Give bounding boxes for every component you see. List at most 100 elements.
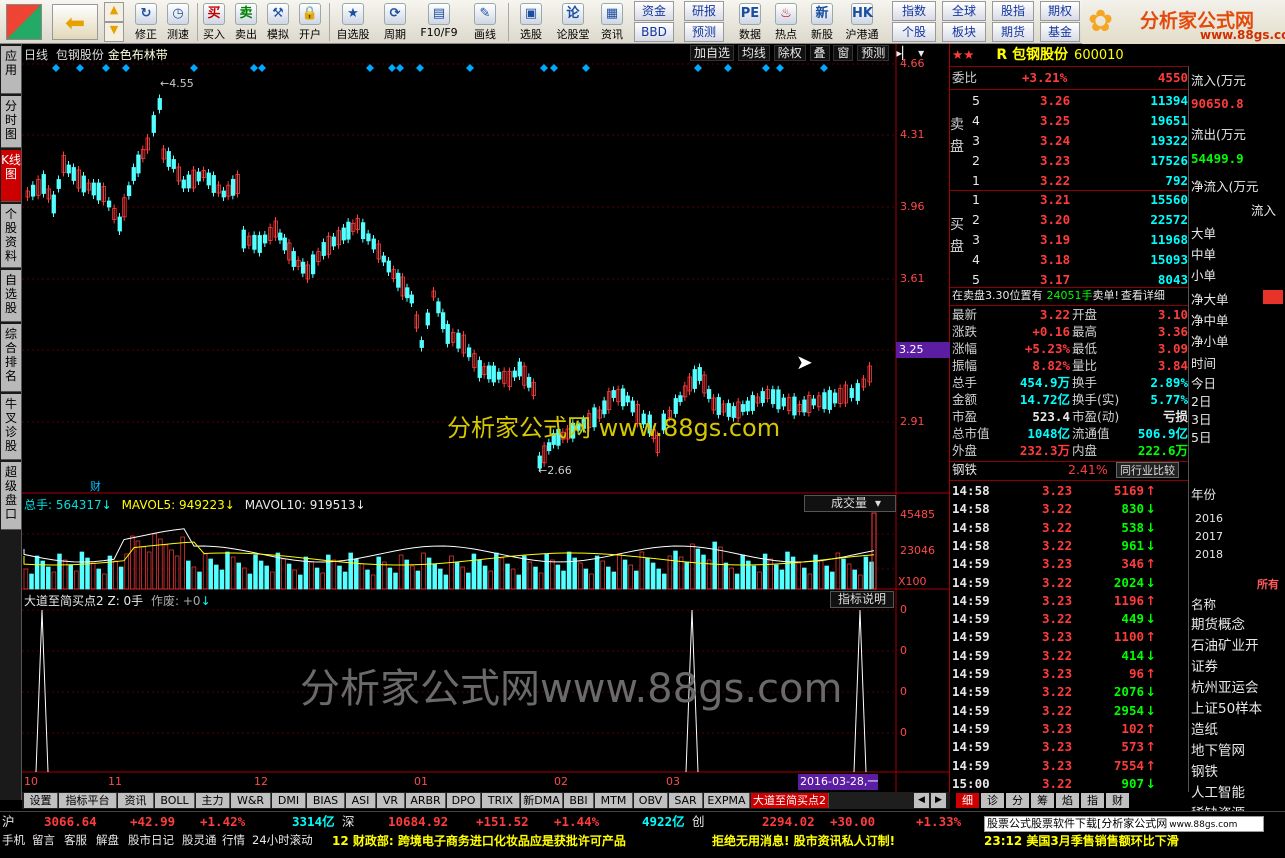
- news-ticker-right[interactable]: 23:12 美国3月季售销售额环比下滑: [984, 832, 1264, 849]
- indicator-tab[interactable]: BIAS: [307, 793, 345, 808]
- sell-level-row[interactable]: 4 3.25 19651: [970, 112, 1188, 130]
- tick-tab[interactable]: 财: [1106, 793, 1129, 808]
- indicator-tab[interactable]: OBV: [634, 793, 668, 808]
- indicator-tab[interactable]: BBI: [564, 793, 594, 808]
- forecast-button[interactable]: 预测: [684, 22, 724, 42]
- news-ticker[interactable]: 12 财政部: 跨境电子商务进口化妆品应是获批许可产品: [332, 832, 626, 849]
- tick-tab[interactable]: 诊: [981, 793, 1004, 808]
- indicator-tab[interactable]: DMI: [272, 793, 306, 808]
- tab-watchlist[interactable]: 自选股: [1, 270, 21, 322]
- bottom-menu-item[interactable]: 行情: [222, 832, 245, 848]
- ipo-button[interactable]: 新新股: [806, 1, 838, 43]
- options-button[interactable]: 期权: [1040, 1, 1080, 21]
- open-account-button[interactable]: 🔒 开户: [296, 1, 324, 43]
- indicator-tab[interactable]: TRIX: [482, 793, 520, 808]
- bottom-menu-item[interactable]: 24小时滚动: [252, 832, 313, 848]
- fix-button[interactable]: ↻ 修正: [132, 1, 160, 43]
- sell-button[interactable]: 卖卖出: [232, 1, 260, 43]
- concept-item[interactable]: 地下管网: [1191, 742, 1245, 760]
- tab-diagnosis[interactable]: 牛叉诊股: [1, 394, 21, 460]
- tab-apps[interactable]: 应用: [1, 46, 21, 94]
- bottom-menu-item[interactable]: 留言: [32, 832, 55, 848]
- buy-button[interactable]: 买买入: [200, 1, 228, 43]
- concept-item[interactable]: 石油矿业开: [1191, 637, 1259, 655]
- indicator-tab[interactable]: MTM: [595, 793, 633, 808]
- buy-level-row[interactable]: 4 3.18 15093: [970, 251, 1188, 269]
- tab-ranking[interactable]: 综合排名: [1, 324, 21, 392]
- index-futures-button[interactable]: 股指: [992, 1, 1034, 21]
- indicator-help-button[interactable]: 指标说明: [830, 591, 894, 608]
- industry-compare-button[interactable]: 同行业比较: [1116, 462, 1179, 478]
- sell-level-row[interactable]: 3 3.24 19322: [970, 132, 1188, 150]
- bottom-menu-item[interactable]: 手机: [2, 832, 25, 848]
- concept-item[interactable]: 杭州亚运会: [1191, 679, 1259, 697]
- notice-detail-link[interactable]: 查看详细: [1121, 289, 1165, 302]
- tab-stock-info[interactable]: 个股资料: [1, 204, 21, 268]
- sector-button[interactable]: 板块: [942, 22, 986, 42]
- index-button[interactable]: 指数: [892, 1, 936, 21]
- bottom-menu-item[interactable]: 股灵通: [182, 832, 217, 848]
- stock-picker-button[interactable]: ▣ 选股: [512, 1, 550, 43]
- indicator-tab[interactable]: W&R: [231, 793, 271, 808]
- tab-kline[interactable]: K线图: [1, 150, 21, 202]
- scroll-down-button[interactable]: ▼: [104, 22, 124, 42]
- tab-intraday[interactable]: 分时图: [1, 96, 21, 148]
- tab-super-panel[interactable]: 超级盘口: [1, 462, 21, 530]
- concept-item[interactable]: 期货概念: [1191, 616, 1245, 634]
- research-button[interactable]: 研报: [684, 1, 724, 21]
- concept-item[interactable]: 上证50样本: [1191, 700, 1262, 718]
- fund-button[interactable]: 资金: [634, 1, 674, 21]
- news-button[interactable]: ▦ 资讯: [596, 1, 628, 43]
- financial-marker[interactable]: 财: [90, 478, 101, 494]
- indicator-tab[interactable]: EXPMA: [704, 793, 750, 808]
- buy-level-row[interactable]: 1 3.21 15560: [970, 191, 1188, 209]
- speedtest-button[interactable]: ◷ 测速: [164, 1, 192, 43]
- f10-button[interactable]: ▤ F10/F9: [416, 1, 462, 43]
- back-button[interactable]: ⬅: [52, 4, 98, 40]
- indicator-tab[interactable]: 资讯: [118, 793, 154, 808]
- indicator-tab[interactable]: ARBR: [406, 793, 446, 808]
- fund2-button[interactable]: 基金: [1040, 22, 1080, 42]
- buy-level-row[interactable]: 2 3.20 22572: [970, 211, 1188, 229]
- tick-tab[interactable]: 分: [1006, 793, 1029, 808]
- kline-chart-pane[interactable]: 日线 包钢股份 金色布林带 加自选 均线 除权 叠 窗 预测 ▸▏ ▾ 4.66…: [22, 44, 950, 792]
- indicator-tab[interactable]: DPO: [447, 793, 481, 808]
- volume-dropdown[interactable]: 成交量 ▾: [804, 495, 896, 512]
- sell-level-row[interactable]: 1 3.22 792: [970, 172, 1188, 190]
- tick-tab[interactable]: 筹: [1031, 793, 1054, 808]
- notice-row[interactable]: 在卖盘3.30位置有 24051手卖单! 查看详细: [952, 287, 1188, 305]
- concept-item[interactable]: 证券: [1191, 658, 1218, 676]
- simulate-button[interactable]: ⚒ 模拟: [264, 1, 292, 43]
- tick-tab[interactable]: 焰: [1056, 793, 1079, 808]
- tick-tab[interactable]: 细: [956, 793, 979, 808]
- indicator-tab[interactable]: VR: [377, 793, 405, 808]
- bbd-button[interactable]: BBD: [634, 22, 674, 42]
- concept-item[interactable]: 造纸: [1191, 721, 1218, 739]
- download-link[interactable]: 股票公式股票软件下载[分析家公式网 www.88gs.com: [984, 816, 1264, 832]
- watchlist-button[interactable]: ★ 自选股: [332, 1, 374, 43]
- tick-tab[interactable]: 指: [1081, 793, 1104, 808]
- indicator-tab[interactable]: BOLL: [155, 793, 195, 808]
- bottom-menu-item[interactable]: 股市日记: [128, 832, 174, 848]
- indicator-tab[interactable]: SAR: [669, 793, 703, 808]
- tab-scroll-right[interactable]: ▶: [931, 793, 946, 808]
- indicator-tab[interactable]: ASI: [346, 793, 376, 808]
- tab-scroll-left[interactable]: ◀: [914, 793, 929, 808]
- stock-button[interactable]: 个股: [892, 22, 936, 42]
- period-button[interactable]: ⟳ 周期: [378, 1, 412, 43]
- sell-level-row[interactable]: 5 3.26 11394: [970, 92, 1188, 110]
- bottom-menu-item[interactable]: 客服: [64, 832, 87, 848]
- hk-connect-button[interactable]: HK 沪港通: [842, 1, 882, 43]
- scroll-up-button[interactable]: ▲: [104, 2, 124, 22]
- hotspot-button[interactable]: ♨ 热点: [770, 1, 802, 43]
- indicator-tab[interactable]: 指标平台: [59, 793, 117, 808]
- concept-item[interactable]: 人工智能: [1191, 784, 1245, 802]
- indicator-tab[interactable]: 主力: [196, 793, 230, 808]
- indicator-tab[interactable]: 设置: [24, 793, 58, 808]
- drawline-button[interactable]: ✎ 画线: [466, 1, 504, 43]
- buy-level-row[interactable]: 3 3.19 11968: [970, 231, 1188, 249]
- data-button[interactable]: PE 数据: [734, 1, 766, 43]
- global-button[interactable]: 全球: [942, 1, 986, 21]
- concept-item[interactable]: 钢铁: [1191, 763, 1218, 781]
- futures-button[interactable]: 期货: [992, 22, 1034, 42]
